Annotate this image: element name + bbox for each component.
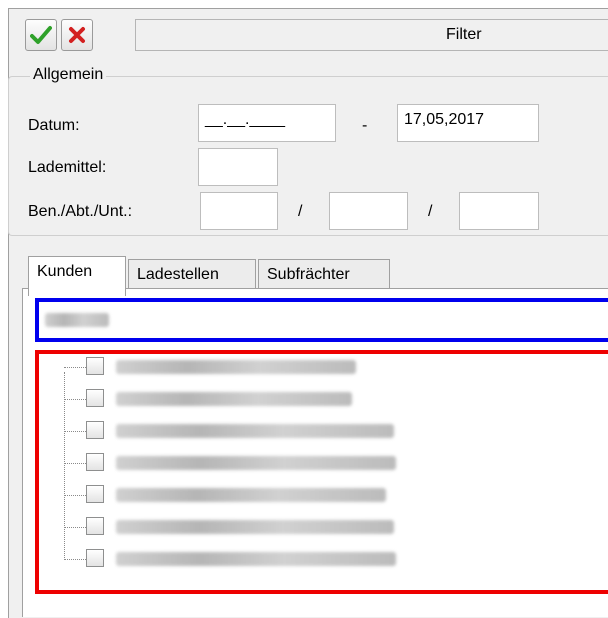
item-checkbox[interactable] [86,485,104,503]
item-checkbox[interactable] [86,549,104,567]
ok-button[interactable] [25,19,57,51]
item-checkbox[interactable] [86,421,104,439]
cancel-button[interactable] [61,19,93,51]
ben-input[interactable] [200,192,278,230]
redacted-item-text [116,424,394,438]
list-item[interactable] [60,420,400,442]
unt-input[interactable] [459,192,539,230]
item-checkbox[interactable] [86,357,104,375]
item-checkbox[interactable] [86,453,104,471]
list-item[interactable] [60,388,380,410]
window-title: Filter [446,26,482,43]
redacted-item-text [116,552,396,566]
list-item[interactable] [60,548,400,570]
date-range-separator: - [362,117,368,134]
tab-kunden[interactable]: Kunden [28,256,126,296]
lademittel-input[interactable] [198,148,278,186]
redacted-item-text [116,392,352,406]
date-to-input[interactable]: 17,05,2017 [397,104,539,142]
abt-input[interactable] [329,192,408,230]
item-checkbox[interactable] [86,389,104,407]
ben-separator-2: / [428,203,433,220]
ben-separator-1: / [298,203,303,220]
checkmark-icon [30,26,52,44]
redacted-item-text [116,456,396,470]
list-item[interactable] [60,452,400,474]
list-item[interactable] [60,356,380,378]
redacted-item-text [116,360,356,374]
item-checkbox[interactable] [86,517,104,535]
redacted-item-text [116,520,394,534]
toolbar: Filter [9,9,608,63]
redacted-item-text [116,488,386,502]
ben-abt-unt-label: Ben./Abt./Unt.: [28,203,133,220]
redacted-search-text [45,313,109,327]
close-icon [69,27,85,43]
lademittel-label: Lademittel: [28,159,107,176]
date-from-input[interactable]: __.__.____ [198,104,336,142]
general-group-legend: Allgemein [30,66,107,84]
date-label: Datum: [28,117,80,134]
title-bar: Filter [135,19,608,51]
customer-search-input[interactable] [35,298,608,342]
list-item[interactable] [60,516,400,538]
list-item[interactable] [60,484,400,506]
